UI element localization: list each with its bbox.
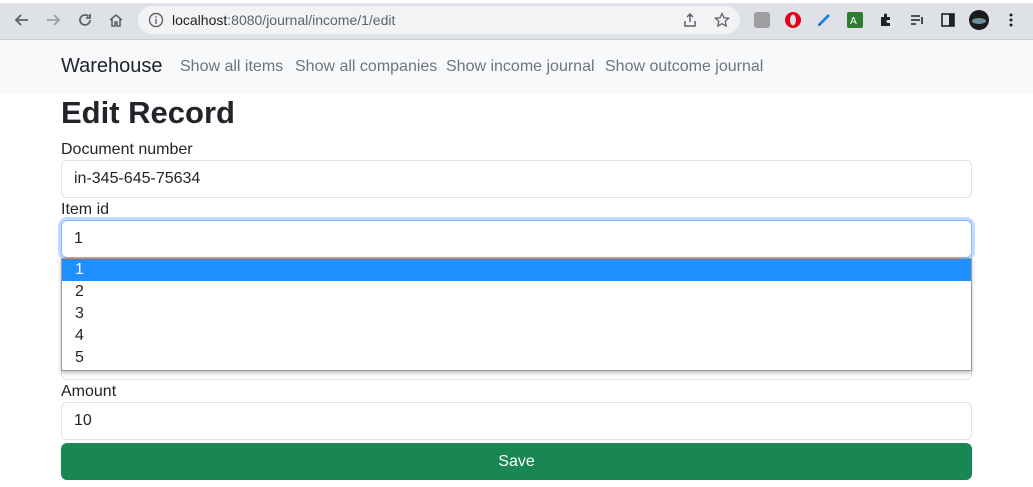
bookmark-star-icon[interactable] bbox=[714, 12, 730, 28]
document-number-label: Document number bbox=[61, 141, 193, 158]
nav-link-companies[interactable]: Show all companies bbox=[295, 58, 437, 76]
forward-button[interactable] bbox=[42, 9, 64, 31]
url-path: :8080/journal/income/1/edit bbox=[227, 12, 396, 28]
dropdown-option[interactable]: 1 bbox=[62, 259, 971, 281]
nav-link-income-journal[interactable]: Show income journal bbox=[446, 58, 595, 76]
amount-label: Amount bbox=[61, 383, 117, 400]
share-icon[interactable] bbox=[682, 12, 698, 28]
url-text: localhost:8080/journal/income/1/edit bbox=[172, 12, 395, 28]
back-button[interactable] bbox=[11, 9, 33, 31]
puzzle-extensions-icon[interactable] bbox=[875, 9, 897, 31]
page-title: Edit Record bbox=[61, 95, 235, 130]
item-id-dropdown[interactable]: 1 2 3 4 5 bbox=[61, 258, 972, 371]
back-arrow-icon bbox=[14, 14, 28, 26]
home-icon bbox=[109, 13, 123, 27]
navbar-brand[interactable]: Warehouse bbox=[61, 55, 163, 78]
site-info-icon[interactable] bbox=[148, 12, 164, 33]
document-number-input[interactable]: in-345-645-75634 bbox=[61, 160, 972, 198]
svg-text:A: A bbox=[850, 16, 857, 27]
extension-grey-icon[interactable] bbox=[751, 9, 773, 31]
item-id-label: Item id bbox=[61, 201, 110, 218]
forward-arrow-icon bbox=[47, 14, 61, 26]
item-id-select[interactable]: 1 bbox=[61, 220, 972, 258]
side-panel-icon[interactable] bbox=[937, 9, 959, 31]
site-navbar: Warehouse Show all items Show all compan… bbox=[0, 40, 1033, 94]
save-button[interactable]: Save bbox=[61, 443, 972, 480]
tab-strip bbox=[0, 0, 1033, 3]
nav-link-outcome-journal[interactable]: Show outcome journal bbox=[605, 58, 763, 76]
nav-link-items[interactable]: Show all items bbox=[180, 58, 283, 76]
dropdown-option[interactable]: 3 bbox=[62, 303, 971, 325]
url-host: localhost bbox=[172, 12, 228, 28]
browser-toolbar: localhost:8080/journal/income/1/edit A bbox=[0, 0, 1033, 40]
reload-icon bbox=[79, 14, 91, 26]
hidden-field-edge bbox=[61, 370, 972, 380]
dropdown-option[interactable]: 2 bbox=[62, 281, 971, 303]
dropdown-option[interactable]: 4 bbox=[62, 325, 971, 347]
amount-input[interactable]: 10 bbox=[61, 402, 972, 440]
profile-avatar[interactable] bbox=[968, 9, 990, 31]
highlighter-icon[interactable] bbox=[813, 9, 835, 31]
home-button[interactable] bbox=[105, 9, 127, 31]
translate-icon[interactable]: A bbox=[844, 9, 866, 31]
reading-list-icon[interactable] bbox=[906, 9, 928, 31]
address-bar[interactable]: localhost:8080/journal/income/1/edit bbox=[138, 6, 740, 34]
dropdown-option[interactable]: 5 bbox=[62, 347, 971, 369]
reload-button[interactable] bbox=[74, 9, 96, 31]
opera-icon[interactable] bbox=[782, 9, 804, 31]
browser-menu-icon[interactable] bbox=[1000, 9, 1022, 31]
